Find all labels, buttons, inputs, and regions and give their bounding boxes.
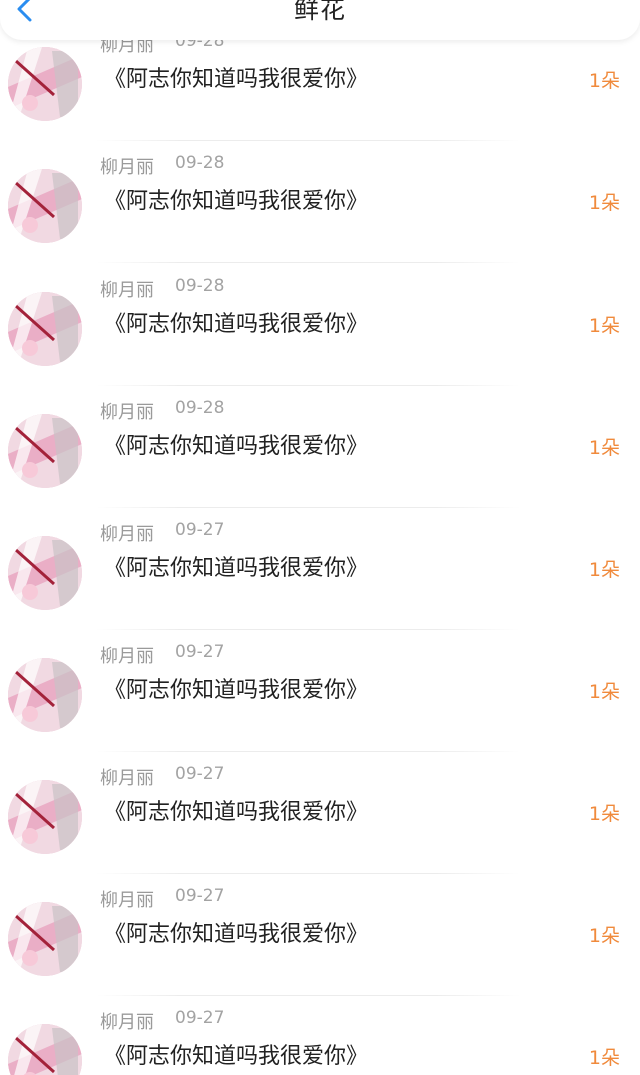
send-date: 09-28 — [175, 153, 225, 173]
gift-message: 《阿志你知道吗我很爱你》 — [104, 556, 369, 581]
avatar[interactable] — [8, 536, 82, 610]
list-item[interactable]: 柳月丽 09-27 《阿志你知道吗我很爱你》 1朵 — [0, 874, 640, 996]
sender-name: 柳月丽 — [100, 768, 154, 789]
send-date: 09-28 — [175, 398, 225, 418]
avatar[interactable] — [8, 658, 82, 732]
divider — [96, 262, 520, 263]
list-item[interactable]: 柳月丽 09-27 《阿志你知道吗我很爱你》 1朵 — [0, 996, 640, 1075]
sender-name: 柳月丽 — [100, 646, 154, 667]
send-date: 09-28 — [175, 276, 225, 296]
avatar[interactable] — [8, 292, 82, 366]
gift-message: 《阿志你知道吗我很爱你》 — [104, 312, 369, 337]
sender-name: 柳月丽 — [100, 157, 154, 178]
gift-message: 《阿志你知道吗我很爱你》 — [104, 800, 369, 825]
avatar[interactable] — [8, 1024, 82, 1075]
sender-name: 柳月丽 — [100, 1012, 154, 1033]
list-item[interactable]: 柳月丽 09-28 《阿志你知道吗我很爱你》 1朵 — [0, 141, 640, 263]
send-date: 09-27 — [175, 886, 225, 906]
gift-message: 《阿志你知道吗我很爱你》 — [104, 189, 369, 214]
send-date: 09-27 — [175, 764, 225, 784]
top-bar: 鲜花 — [0, 0, 640, 40]
list-item[interactable]: 柳月丽 09-28 《阿志你知道吗我很爱你》 1朵 — [0, 264, 640, 386]
avatar[interactable] — [8, 47, 82, 121]
avatar[interactable] — [8, 780, 82, 854]
flower-count: 1朵 — [588, 437, 620, 459]
avatar[interactable] — [8, 414, 82, 488]
gift-message: 《阿志你知道吗我很爱你》 — [104, 922, 369, 947]
flower-count: 1朵 — [588, 70, 620, 92]
sender-name: 柳月丽 — [100, 280, 154, 301]
flower-count: 1朵 — [588, 1047, 620, 1069]
gift-message: 《阿志你知道吗我很爱你》 — [104, 1044, 369, 1069]
sender-name: 柳月丽 — [100, 402, 154, 423]
sender-name: 柳月丽 — [100, 524, 154, 545]
gift-message: 《阿志你知道吗我很爱你》 — [104, 434, 369, 459]
flower-count: 1朵 — [588, 803, 620, 825]
list-item[interactable]: 柳月丽 09-27 《阿志你知道吗我很爱你》 1朵 — [0, 752, 640, 874]
avatar[interactable] — [8, 169, 82, 243]
send-date: 09-27 — [175, 1008, 225, 1028]
list-item[interactable]: 柳月丽 09-27 《阿志你知道吗我很爱你》 1朵 — [0, 508, 640, 630]
page-title: 鲜花 — [293, 0, 346, 24]
flower-count: 1朵 — [588, 559, 620, 581]
flower-count: 1朵 — [588, 925, 620, 947]
gift-message: 《阿志你知道吗我很爱你》 — [104, 67, 369, 92]
send-date: 09-27 — [175, 520, 225, 540]
list-item[interactable]: 柳月丽 09-28 《阿志你知道吗我很爱你》 1朵 — [0, 386, 640, 508]
send-date: 09-27 — [175, 642, 225, 662]
list-item[interactable]: 柳月丽 09-27 《阿志你知道吗我很爱你》 1朵 — [0, 630, 640, 752]
gift-message: 《阿志你知道吗我很爱你》 — [104, 678, 369, 703]
flower-count: 1朵 — [588, 315, 620, 337]
sender-name: 柳月丽 — [100, 890, 154, 911]
flower-count: 1朵 — [588, 192, 620, 214]
avatar[interactable] — [8, 902, 82, 976]
flower-count: 1朵 — [588, 681, 620, 703]
flowers-page: 柳月丽 09-28 《阿志你知道吗我很爱你》 1朵 柳月丽 09-28 《阿志你… — [0, 0, 640, 1075]
